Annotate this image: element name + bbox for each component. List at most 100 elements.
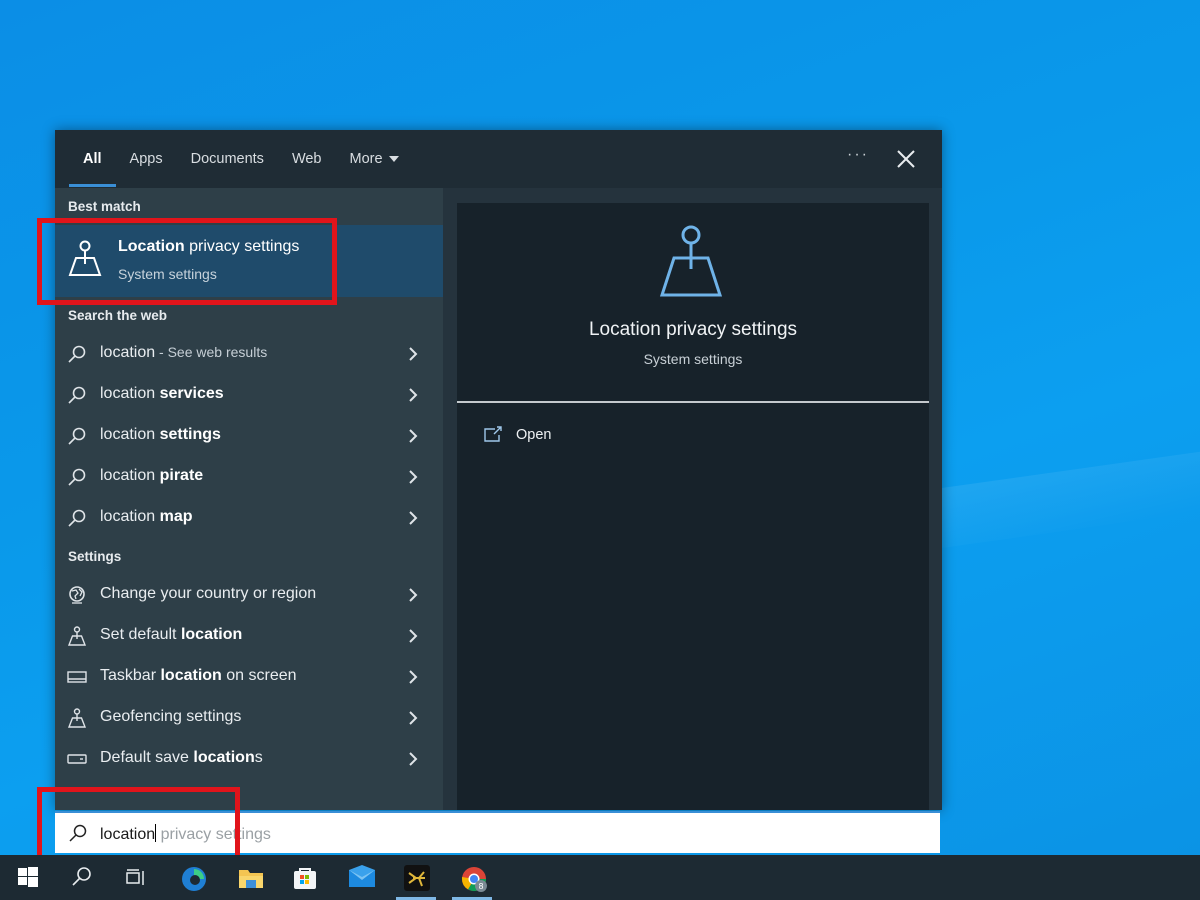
task-view-button[interactable] (112, 855, 160, 900)
best-match-result[interactable]: Location privacy settings System setting… (55, 225, 443, 297)
desktop-wallpaper-light (940, 451, 1200, 549)
search-input[interactable]: location privacy settings (55, 811, 940, 853)
taskbar-chrome[interactable]: 8 (448, 855, 496, 900)
tab-web-label: Web (291, 151, 322, 167)
taskbar-file-explorer[interactable] (225, 855, 273, 900)
chevron-right-icon (409, 429, 418, 443)
caret-down-icon (388, 156, 399, 163)
web-result-query: location (100, 344, 156, 361)
settings-result-text: Change your country or region (100, 585, 316, 603)
web-result-query: location (100, 467, 160, 484)
tab-all[interactable]: All (69, 130, 116, 188)
tab-documents[interactable]: Documents (177, 130, 278, 188)
settings-result-text: Default save locations (100, 749, 263, 767)
web-result-item[interactable]: location map (55, 498, 443, 538)
windows-logo-icon (18, 867, 38, 887)
section-search-web: Search the web (68, 308, 168, 323)
search-query: location (100, 826, 156, 843)
chevron-right-icon (409, 670, 418, 684)
tab-all-label: All (83, 151, 102, 167)
chrome-icon: 8 (462, 867, 487, 892)
svg-text:8: 8 (478, 882, 483, 891)
web-result-query: location (100, 426, 160, 443)
location-map-pin-icon (67, 626, 87, 646)
section-best-match: Best match (68, 199, 141, 214)
web-result-item[interactable]: location settings (55, 416, 443, 456)
tab-apps[interactable]: Apps (116, 130, 177, 188)
globe-icon (69, 586, 85, 604)
search-tabs-bar: All Apps Documents Web More ··· (55, 130, 942, 188)
storage-drive-icon (67, 754, 87, 764)
settings-result-item[interactable]: Geofencing settings (55, 698, 443, 738)
settings-result-item[interactable]: Change your country or region (55, 575, 443, 615)
preview-divider (457, 401, 929, 403)
web-result-item[interactable]: location services (55, 375, 443, 415)
tab-more[interactable]: More (336, 130, 413, 188)
location-map-pin-icon (659, 225, 723, 297)
settings-result-text: Set default location (100, 626, 242, 644)
chevron-right-icon (409, 711, 418, 725)
tab-apps-label: Apps (129, 151, 163, 167)
open-window-icon (484, 426, 502, 442)
web-result-text: location pirate (100, 467, 203, 485)
settings-result-text: Geofencing settings (100, 708, 241, 726)
search-icon (68, 386, 86, 404)
settings-result-suffix: on screen (221, 667, 297, 684)
tab-web[interactable]: Web (278, 130, 336, 188)
chevron-right-icon (409, 629, 418, 643)
best-match-title-rest: privacy settings (184, 238, 300, 255)
web-result-bold: map (159, 508, 193, 525)
search-icon (68, 427, 86, 445)
web-result-query: location (100, 508, 160, 525)
section-settings: Settings (68, 549, 122, 564)
more-options-button[interactable]: ··· (847, 146, 869, 164)
chevron-right-icon (409, 470, 418, 484)
search-icon (68, 345, 86, 363)
taskbar-store[interactable] (280, 855, 328, 900)
search-input-text: location privacy settings (100, 824, 271, 844)
search-autocomplete-suggestion: privacy settings (156, 826, 271, 843)
settings-result-item[interactable]: Taskbar location on screen (55, 657, 443, 697)
preview-title: Location privacy settings (588, 319, 798, 340)
chevron-right-icon (409, 511, 418, 525)
chevron-right-icon (409, 388, 418, 402)
settings-result-item[interactable]: Default save locations (55, 739, 443, 779)
settings-result-label: Set default (100, 626, 181, 643)
best-match-subtitle: System settings (118, 266, 217, 282)
web-result-item[interactable]: location pirate (55, 457, 443, 497)
taskbar-icon (67, 671, 87, 683)
search-icon (68, 509, 86, 527)
settings-result-suffix: s (254, 749, 263, 766)
preview-subtitle: System settings (643, 351, 743, 367)
settings-result-bold: location (193, 749, 255, 766)
tab-documents-label: Documents (190, 151, 264, 167)
task-view-icon (126, 869, 144, 885)
web-result-item[interactable]: location - See web results (55, 334, 443, 374)
app-arrow-icon (404, 865, 430, 891)
taskbar: 8 (0, 855, 1200, 900)
close-icon (897, 150, 915, 168)
search-icon (69, 824, 87, 842)
web-result-bold: pirate (159, 467, 204, 484)
web-result-text: location services (100, 385, 224, 403)
chevron-right-icon (409, 588, 418, 602)
taskbar-mail[interactable] (336, 855, 384, 900)
best-match-title: Location privacy settings (118, 238, 299, 256)
settings-result-label: Taskbar (100, 667, 161, 684)
start-button[interactable] (4, 855, 52, 900)
search-suggestion-text: privacy settings (160, 826, 271, 843)
web-result-text: location settings (100, 426, 221, 444)
results-list: Best match Location privacy settings Sys… (55, 188, 443, 810)
settings-result-bold: location (180, 626, 243, 643)
chevron-right-icon (409, 347, 418, 361)
search-icon (72, 867, 91, 886)
taskbar-edge[interactable] (168, 855, 216, 900)
folder-icon (239, 870, 263, 888)
taskbar-search-button[interactable] (58, 855, 106, 900)
taskbar-app[interactable] (392, 855, 440, 900)
settings-result-label: Change your country or region (100, 585, 317, 602)
settings-result-item[interactable]: Set default location (55, 616, 443, 656)
web-result-text: location map (100, 508, 193, 526)
close-button[interactable] (895, 144, 917, 172)
settings-result-label: Geofencing settings (100, 708, 242, 725)
